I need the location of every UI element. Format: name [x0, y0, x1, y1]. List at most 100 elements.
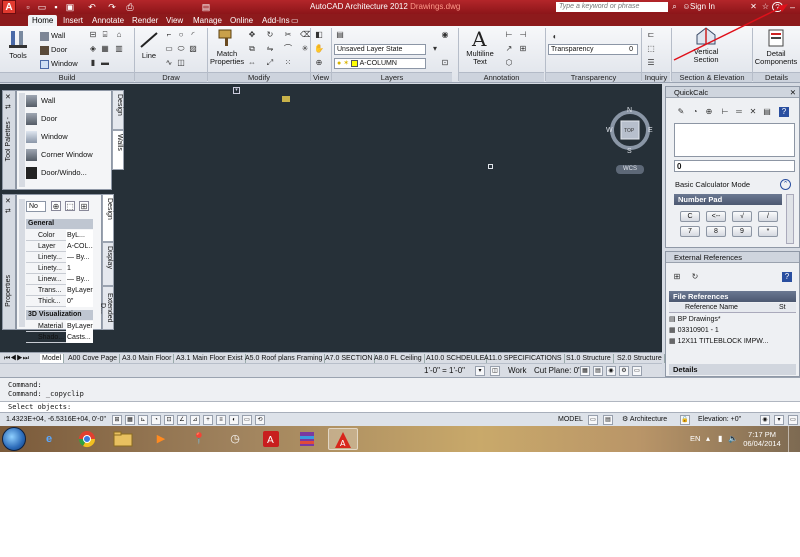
properties-titlebar[interactable]: ✕ ⇄ Properties — [2, 194, 16, 330]
general-section[interactable]: General — [26, 219, 93, 229]
prop-row[interactable]: Linew... — By... — [26, 274, 93, 285]
tab-manage[interactable]: Manage — [189, 15, 226, 26]
quick-view-drawings-icon[interactable]: ▤ — [603, 415, 613, 425]
layer-state-dropdown[interactable]: Unsaved Layer State — [334, 44, 426, 55]
tab-home[interactable]: Home — [28, 15, 58, 26]
tab-layout[interactable]: A11.0 SPECIFICATIONS — [482, 354, 565, 363]
transparency-icon[interactable]: ◐ — [550, 32, 560, 42]
viewcube-north[interactable]: N — [627, 107, 632, 114]
file-references-section[interactable]: File References — [669, 291, 796, 302]
layout-nav-icon[interactable]: ⏮◀▶⏭ — [2, 354, 31, 363]
panel-title-layers[interactable]: Layers — [332, 72, 452, 82]
scale-icon[interactable]: ⤢ — [265, 58, 275, 68]
drawing-canvas[interactable]: ▾ N S E W TOP WCS ✕ ⇄ Tool Palettes - De… — [0, 84, 662, 352]
line-button[interactable]: Line — [138, 30, 160, 60]
status-menu-icon[interactable]: ▾ — [774, 415, 784, 425]
grid-icon[interactable]: ▦ — [125, 415, 135, 425]
tag-icon[interactable]: ⬡ — [504, 58, 514, 68]
calc-input[interactable]: 0 — [674, 160, 795, 172]
layer-state-icon[interactable]: ▾ — [430, 44, 440, 54]
properties-scrollbar[interactable] — [19, 199, 25, 327]
calc-key[interactable]: 9 — [732, 226, 752, 237]
tab-layout[interactable]: A10.0 SCHDEULE — [424, 354, 488, 363]
erase-icon[interactable]: ⌫ — [300, 30, 311, 40]
language-indicator[interactable]: EN — [690, 434, 700, 443]
close-icon[interactable]: ✕ — [5, 93, 11, 101]
select-objects-icon[interactable]: ⬚ — [65, 201, 75, 211]
display-config-icon[interactable]: ▾ — [475, 366, 485, 376]
clean-screen-icon[interactable]: ▭ — [788, 415, 798, 425]
autohide-icon[interactable]: ⇄ — [5, 103, 11, 111]
roof-icon[interactable]: ⌂ — [114, 30, 124, 40]
panel-title-view[interactable]: View — [311, 72, 331, 82]
palette-scrollbar[interactable] — [19, 93, 25, 187]
explorer-folder-icon[interactable] — [108, 428, 138, 450]
tab-annotate[interactable]: Annotate — [88, 15, 128, 26]
save-as-icon[interactable]: ▣ — [64, 1, 76, 13]
autohide-icon[interactable]: ⇄ — [5, 207, 11, 215]
match-properties-button[interactable]: Match Properties — [210, 28, 244, 66]
settings-icon[interactable]: ⚙ — [619, 366, 629, 376]
application-menu-button[interactable]: A — [2, 0, 16, 14]
dimension-icon[interactable]: ⊢ — [504, 30, 514, 40]
layer-key-icon[interactable]: ◫ — [490, 366, 500, 376]
ortho-icon[interactable]: ⊾ — [138, 415, 148, 425]
tab-view[interactable]: View — [162, 15, 187, 26]
transparency-slider[interactable]: Transparency 0 — [548, 44, 638, 55]
array-icon[interactable]: ⁙ — [283, 58, 293, 68]
quick-view-layouts-icon[interactable]: ▭ — [588, 415, 598, 425]
slab-icon[interactable]: ◈ — [88, 44, 98, 54]
ellipse-icon[interactable]: ⬭ — [176, 44, 186, 54]
clean-screen-icon[interactable]: ▭ — [632, 366, 642, 376]
tab-properties-extended[interactable]: Extended D... — [99, 286, 114, 330]
zoom-icon[interactable]: ⊕ — [314, 58, 324, 68]
list-icon[interactable]: ☰ — [646, 58, 656, 68]
new-file-icon[interactable]: ▫ — [22, 1, 34, 13]
volume-icon[interactable]: 🔈 — [728, 434, 738, 443]
annotation-scale[interactable]: 1'-0" = 1'-0" — [424, 366, 465, 376]
tab-insert[interactable]: Insert — [59, 15, 87, 26]
tab-layout[interactable]: A3.1 Main Floor Exist — [174, 354, 246, 363]
trim-icon[interactable]: ✂ — [283, 30, 293, 40]
snap-icon[interactable]: ⊞ — [112, 415, 122, 425]
hatch-icon[interactable]: ▨ — [188, 44, 198, 54]
beam-icon[interactable]: ▬ — [100, 58, 110, 68]
elevation-readout[interactable]: Elevation: +0" — [698, 415, 741, 425]
prop-row[interactable]: Trans... ByLayer — [26, 285, 93, 296]
tool-palettes-titlebar[interactable]: ✕ ⇄ Tool Palettes - — [2, 90, 16, 190]
list-item[interactable]: ▤ BP Drawings* — [669, 315, 789, 325]
xref-titlebar[interactable]: External References — [666, 252, 799, 263]
view-cube-icon[interactable]: ◧ — [314, 30, 324, 40]
collapse-icon[interactable]: ⌃ — [780, 179, 791, 190]
start-button[interactable] — [2, 427, 26, 451]
quickcalc-titlebar[interactable]: QuickCalc ✕ — [666, 87, 799, 98]
surface-hatch-icon[interactable]: ▦ — [580, 366, 590, 376]
tab-layout[interactable]: S1.0 Structure — [564, 354, 614, 363]
door-button[interactable]: Door — [40, 44, 67, 55]
rectangle-icon[interactable]: ▭ — [164, 44, 174, 54]
viewcube-east[interactable]: E — [648, 127, 653, 134]
mirror-icon[interactable]: ⇋ — [265, 44, 275, 54]
isolate-objects-icon[interactable]: ◉ — [760, 415, 770, 425]
winrar-icon[interactable] — [292, 428, 322, 450]
current-layer-dropdown[interactable]: ● ✶ A-COLUMN — [334, 58, 426, 69]
prop-row[interactable]: Linety... — By... — [26, 252, 93, 263]
explode-icon[interactable]: ✳ — [300, 44, 310, 54]
panel-title-annotation[interactable]: Annotation — [459, 72, 544, 82]
spline-icon[interactable]: ∿ — [164, 58, 174, 68]
tab-online[interactable]: Online — [226, 15, 257, 26]
multiline-text-button[interactable]: A Multiline Text — [462, 28, 498, 66]
intersection-icon[interactable]: ✕ — [748, 107, 758, 117]
attach-icon[interactable]: ⊞ — [672, 272, 682, 282]
get-coordinates-icon[interactable]: ⊕ — [704, 107, 714, 117]
table-icon[interactable]: ⊞ — [518, 44, 528, 54]
palette-window-tool[interactable]: Window — [26, 130, 68, 144]
palette-door-window-tool[interactable]: Door/Windo... — [26, 166, 87, 180]
adobe-reader-icon[interactable]: A — [256, 428, 286, 450]
quick-properties-icon[interactable]: ▭ — [242, 415, 252, 425]
list-item[interactable]: ▦ 12X11 TITLEBLOCK IMPW... — [669, 337, 789, 347]
quick-select-icon[interactable]: ⊕ — [51, 201, 61, 211]
grid-icon[interactable]: ▥ — [114, 44, 124, 54]
calc-key[interactable]: <-- — [706, 211, 726, 222]
open-file-icon[interactable]: ▭ — [36, 1, 48, 13]
